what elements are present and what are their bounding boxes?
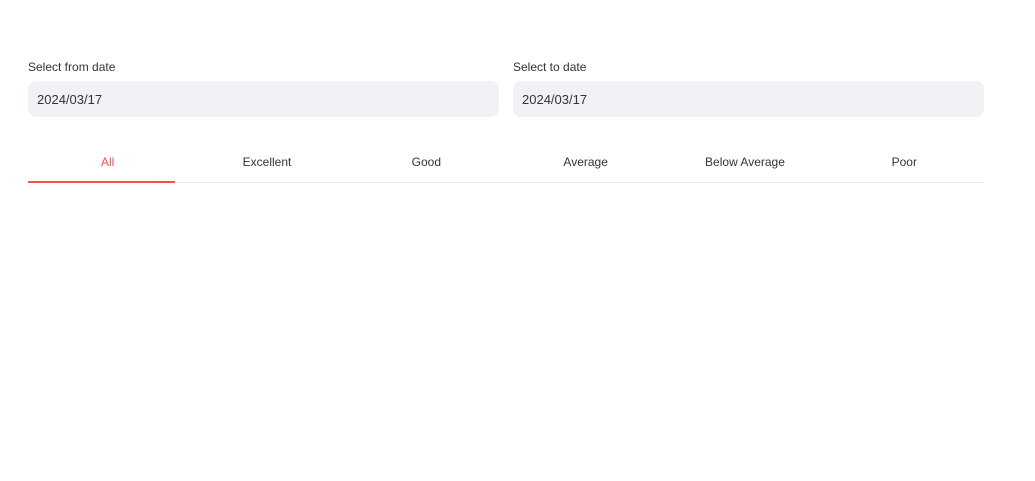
tab-all[interactable]: All — [28, 143, 187, 183]
from-date-field: Select from date — [28, 57, 499, 117]
tab-average[interactable]: Average — [506, 143, 665, 182]
tab-poor[interactable]: Poor — [825, 143, 984, 182]
from-date-input[interactable] — [28, 81, 499, 117]
rating-tabs: All Excellent Good Average Below Average… — [28, 143, 984, 183]
to-date-label: Select to date — [513, 60, 587, 74]
tab-below-average[interactable]: Below Average — [665, 143, 824, 182]
from-date-label: Select from date — [28, 60, 116, 74]
tab-excellent[interactable]: Excellent — [187, 143, 346, 182]
to-date-field: Select to date — [513, 57, 984, 117]
date-filter-row: Select from date Select to date — [28, 57, 984, 117]
to-date-input[interactable] — [513, 81, 984, 117]
tab-good[interactable]: Good — [347, 143, 506, 182]
